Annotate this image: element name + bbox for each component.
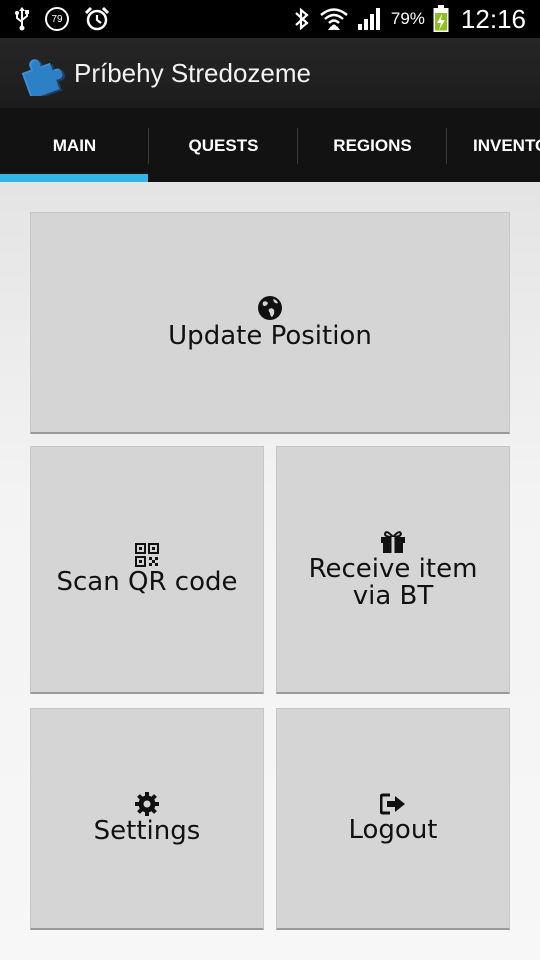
gift-icon: [381, 530, 405, 553]
app-title: Príbehy Stredozeme: [74, 58, 312, 88]
settings-label: Settings: [93, 816, 201, 846]
bluetooth-icon: [293, 6, 311, 32]
tab-label: REGIONS: [333, 136, 412, 155]
status-bar: 79 79% 12:16: [0, 0, 540, 38]
logout-icon: [380, 793, 405, 815]
tab-selected-indicator: [0, 174, 148, 182]
tab-main[interactable]: MAIN: [0, 110, 149, 182]
tab-quests[interactable]: QUESTS: [149, 110, 298, 182]
settings-button[interactable]: Settings: [30, 708, 264, 930]
battery-charging-icon: [433, 5, 449, 33]
notification-badge-icon: 79: [44, 6, 70, 32]
usb-icon: [14, 7, 30, 31]
qr-code-icon: [135, 543, 159, 567]
wifi-icon: [319, 6, 349, 32]
scan-qr-label: Scan QR code: [56, 567, 238, 597]
tab-label: MAIN: [52, 136, 97, 155]
logout-button[interactable]: Logout: [276, 708, 510, 930]
puzzle-piece-icon[interactable]: [20, 52, 66, 101]
tab-regions[interactable]: REGIONS: [298, 110, 447, 182]
clock: 12:16: [460, 3, 526, 34]
update-position-button[interactable]: Update Position: [30, 212, 510, 434]
gear-icon: [135, 792, 159, 816]
logout-label: Logout: [348, 815, 438, 845]
tab-inventory[interactable]: INVENTORY: [447, 110, 540, 182]
tab-label: QUESTS: [188, 136, 259, 155]
update-position-label: Update Position: [168, 321, 372, 351]
tab-bar: MAIN QUESTS REGIONS INVENTORY: [0, 110, 540, 182]
signal-icon: [357, 7, 383, 31]
globe-icon: [258, 296, 282, 320]
receive-item-button[interactable]: Receive item via BT: [276, 446, 510, 694]
tab-label: INVENTORY: [473, 136, 540, 155]
scan-qr-button[interactable]: Scan QR code: [30, 446, 264, 694]
receive-item-label: Receive item via BT: [308, 553, 478, 611]
notification-count: 79: [51, 13, 63, 25]
main-content: Update Position Scan QR code Receive ite…: [0, 182, 540, 960]
action-bar: Príbehy Stredozeme: [0, 38, 540, 110]
battery-percent: 79%: [390, 9, 425, 28]
alarm-icon: [84, 6, 110, 32]
